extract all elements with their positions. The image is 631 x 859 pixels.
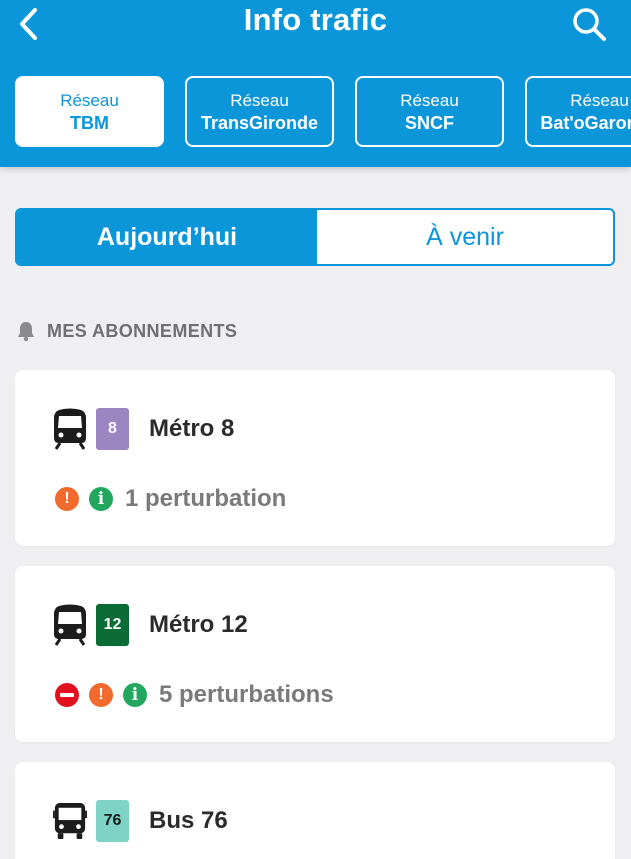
network-tab-name: TBM bbox=[70, 112, 109, 133]
info-icon: i bbox=[89, 487, 113, 511]
subscriptions-header: MES ABONNEMENTS bbox=[15, 320, 237, 342]
subscription-card-metro-8[interactable]: 8 Métro 8 ! i 1 perturbation bbox=[15, 370, 615, 546]
metro-icon bbox=[53, 604, 87, 646]
app-header: Info trafic Réseau TBM Réseau TransGiron… bbox=[0, 0, 631, 167]
status-text: 1 perturbation bbox=[125, 485, 287, 512]
line-row: 12 Métro 12 bbox=[53, 604, 248, 646]
network-tab-sncf[interactable]: Réseau SNCF bbox=[355, 76, 504, 147]
subscription-card-bus-76[interactable]: 76 Bus 76 bbox=[15, 762, 615, 859]
line-name: Métro 8 bbox=[149, 415, 235, 442]
alert-icon: ! bbox=[55, 487, 79, 511]
network-tab-prefix: Réseau bbox=[570, 90, 629, 110]
network-tab-prefix: Réseau bbox=[60, 90, 119, 110]
line-name: Métro 12 bbox=[149, 611, 248, 638]
bus-icon bbox=[53, 800, 87, 842]
status-row: ! i 5 perturbations bbox=[55, 681, 334, 709]
search-icon bbox=[573, 8, 606, 41]
line-row: 8 Métro 8 bbox=[53, 408, 234, 450]
metro-icon bbox=[53, 408, 87, 450]
network-tab-batogaronne[interactable]: Réseau Bat'oGaronne bbox=[525, 76, 631, 147]
subscriptions-title: MES ABONNEMENTS bbox=[47, 320, 238, 341]
status-text: 5 perturbations bbox=[159, 681, 334, 708]
network-tab-prefix: Réseau bbox=[400, 90, 459, 110]
network-tab-name: TransGironde bbox=[200, 112, 319, 133]
network-tab-name: Bat'oGaronne bbox=[540, 112, 631, 133]
info-icon: i bbox=[123, 683, 147, 707]
page-title: Info trafic bbox=[243, 2, 388, 37]
line-badge: 12 bbox=[96, 604, 129, 646]
network-tab-name: SNCF bbox=[405, 112, 454, 133]
network-tab-tbm[interactable]: Réseau TBM bbox=[15, 76, 164, 147]
network-tab-prefix: Réseau bbox=[230, 90, 289, 110]
line-badge: 76 bbox=[96, 800, 129, 842]
segment-upcoming[interactable]: À venir bbox=[317, 210, 613, 264]
subscription-card-metro-12[interactable]: 12 Métro 12 ! i 5 perturbations bbox=[15, 566, 615, 742]
no-entry-icon bbox=[55, 683, 79, 707]
network-tabs: Réseau TBM Réseau TransGironde Réseau SN… bbox=[15, 76, 631, 147]
network-tab-transgironde[interactable]: Réseau TransGironde bbox=[185, 76, 334, 147]
segment-today[interactable]: Aujourd’hui bbox=[17, 210, 317, 264]
line-name: Bus 76 bbox=[149, 807, 228, 834]
line-badge: 8 bbox=[96, 408, 129, 450]
search-button[interactable] bbox=[568, 4, 610, 44]
alert-icon: ! bbox=[89, 683, 113, 707]
status-row: ! i 1 perturbation bbox=[55, 485, 286, 513]
bell-icon bbox=[18, 322, 34, 342]
line-row: 76 Bus 76 bbox=[53, 800, 228, 842]
day-segmented-control: Aujourd’hui À venir bbox=[15, 208, 615, 266]
